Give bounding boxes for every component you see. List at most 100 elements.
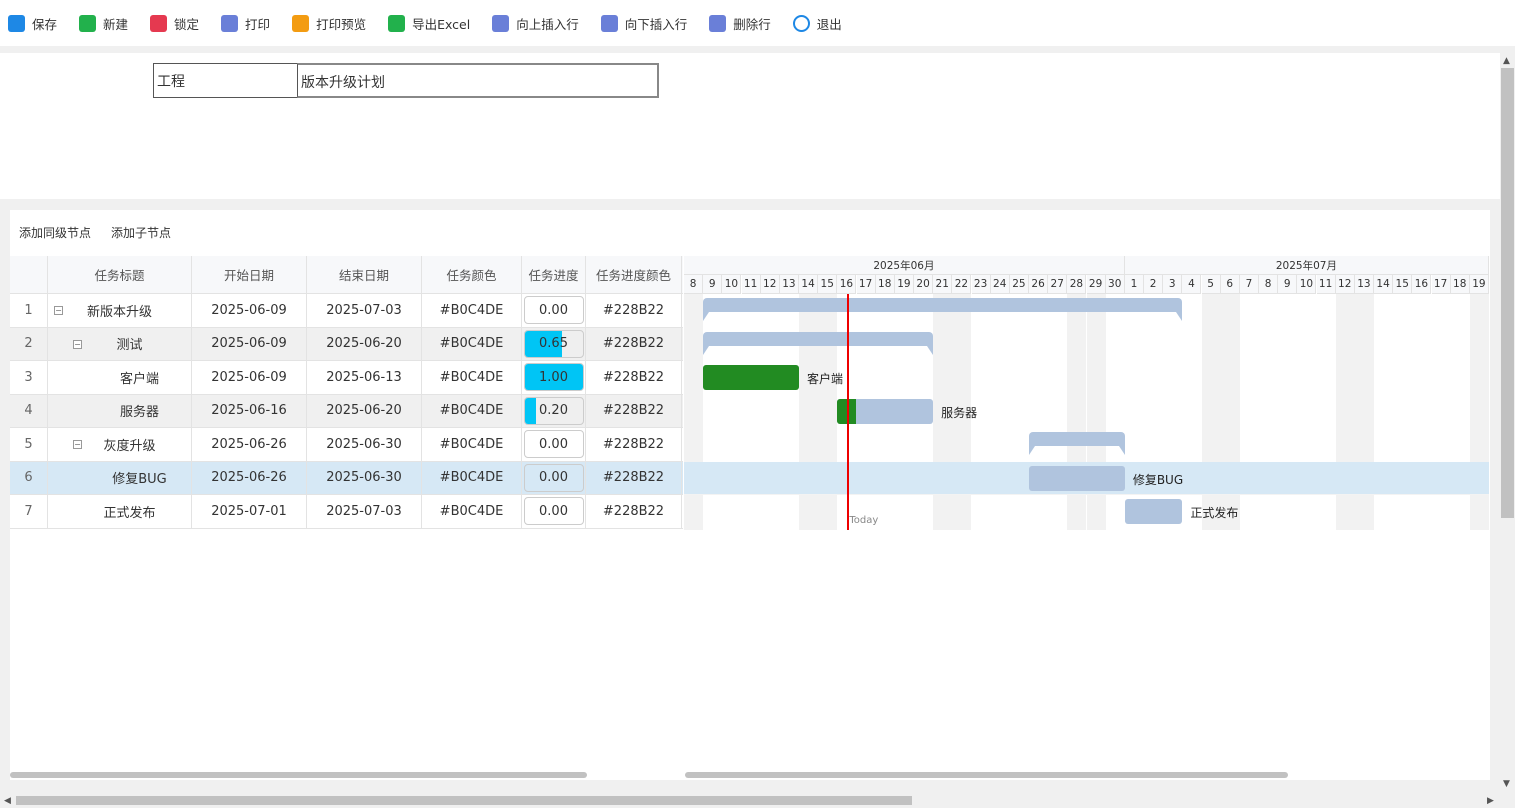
cell-start[interactable]: 2025-06-26 xyxy=(192,428,307,461)
vertical-scrollbar-thumb[interactable] xyxy=(1501,68,1514,518)
cell-color[interactable]: #B0C4DE xyxy=(422,461,522,494)
column-header[interactable]: 任务颜色 xyxy=(422,256,522,293)
cell-progress[interactable]: 0.65 xyxy=(522,327,586,360)
progress-field[interactable]: 0.00 xyxy=(523,497,584,526)
cell-start[interactable]: 2025-06-16 xyxy=(192,394,307,427)
toolbar-button-excel[interactable]: 导出Excel xyxy=(388,14,470,33)
toolbar-button-save[interactable]: 保存 xyxy=(8,14,57,33)
cell-pcolor[interactable]: #228B22 xyxy=(586,495,682,528)
summary-bar[interactable] xyxy=(703,331,934,346)
project-name-input[interactable]: 版本升级计划 xyxy=(297,63,659,98)
print-preview-icon xyxy=(292,14,310,32)
cell-pcolor[interactable]: #228B22 xyxy=(586,361,682,394)
table-row[interactable]: 7 正式发布 2025-07-01 2025-07-03 #B0C4DE 0.00 #228… xyxy=(10,495,683,529)
task-bar[interactable] xyxy=(837,398,934,424)
summary-bar[interactable] xyxy=(1029,432,1125,446)
task-bar[interactable] xyxy=(1124,499,1183,524)
table-row[interactable]: 5 − 灰度升级 2025-06-26 2025-06-30 #B0C4DE 0.00 #22… xyxy=(10,428,683,462)
cell-end[interactable]: 2025-06-20 xyxy=(307,327,422,360)
progress-field[interactable]: 0.65 xyxy=(523,329,584,358)
cell-end[interactable]: 2025-06-30 xyxy=(307,428,422,461)
scroll-left-icon[interactable]: ◀ xyxy=(4,796,11,806)
add-child-node-button[interactable]: 添加子节点 xyxy=(111,224,171,241)
cell-end[interactable]: 2025-06-20 xyxy=(307,394,422,427)
cell-title[interactable]: 修复BUG xyxy=(48,461,192,494)
progress-field[interactable]: 0.20 xyxy=(523,396,584,425)
toolbar-button-print[interactable]: 打印 xyxy=(221,14,270,33)
scroll-right-icon[interactable]: ▶ xyxy=(1487,796,1494,806)
cell-start[interactable]: 2025-06-26 xyxy=(192,461,307,494)
cell-title[interactable]: 正式发布 xyxy=(48,495,192,528)
cell-pcolor[interactable]: #228B22 xyxy=(586,394,682,427)
column-header[interactable]: 结束日期 xyxy=(307,256,422,293)
progress-field[interactable]: 1.00 xyxy=(523,363,584,392)
scroll-down-icon[interactable]: ▼ xyxy=(1503,779,1510,789)
summary-bar[interactable] xyxy=(703,298,1183,312)
table-row[interactable]: 2 − 测试 2025-06-09 2025-06-20 #B0C4DE 0.65 #228B… xyxy=(10,327,683,361)
cell-title[interactable]: 客户端 xyxy=(48,361,192,394)
horizontal-scrollbar-thumb[interactable] xyxy=(16,796,912,805)
cell-progress[interactable]: 0.00 xyxy=(522,461,586,494)
collapse-toggle-icon[interactable]: − xyxy=(54,306,63,315)
table-row[interactable]: 6 修复BUG 2025-06-26 2025-06-30 #B0C4DE 0.00 #22… xyxy=(10,461,683,495)
cell-end[interactable]: 2025-06-13 xyxy=(307,361,422,394)
cell-text: 2025-06-13 xyxy=(326,369,402,385)
cell-color[interactable]: #B0C4DE xyxy=(422,495,522,528)
progress-field[interactable]: 0.00 xyxy=(523,463,584,492)
table-row[interactable]: 4 服务器 2025-06-16 2025-06-20 #B0C4DE 0.20 #228B… xyxy=(10,394,683,428)
cell-pcolor[interactable]: #228B22 xyxy=(586,428,682,461)
column-header[interactable]: 开始日期 xyxy=(192,256,307,293)
cell-color[interactable]: #B0C4DE xyxy=(422,361,522,394)
grid-scrollbar[interactable] xyxy=(10,772,587,778)
table-row[interactable]: 1 − 新版本升级 2025-06-09 2025-07-03 #B0C4DE 0.00 #2… xyxy=(10,294,683,328)
task-bar[interactable] xyxy=(703,365,799,390)
column-header[interactable]: 任务标题 xyxy=(48,256,192,293)
toolbar-button-lock[interactable]: 锁定 xyxy=(150,14,199,33)
cell-pcolor[interactable]: #228B22 xyxy=(586,461,682,494)
column-header[interactable]: 任务进度 xyxy=(522,256,586,293)
column-header[interactable]: 任务进度颜色 xyxy=(586,256,682,293)
cell-color[interactable]: #B0C4DE xyxy=(422,428,522,461)
cell-progress[interactable]: 0.00 xyxy=(522,495,586,528)
cell-start[interactable]: 2025-07-01 xyxy=(192,495,307,528)
cell-title[interactable]: − 测试 xyxy=(48,327,192,360)
cell-progress[interactable]: 1.00 xyxy=(522,361,586,394)
cell-title[interactable]: − 新版本升级 xyxy=(48,294,192,327)
cell-color[interactable]: #B0C4DE xyxy=(422,327,522,360)
cell-color[interactable]: #B0C4DE xyxy=(422,394,522,427)
column-header[interactable] xyxy=(10,256,48,293)
collapse-toggle-icon[interactable]: − xyxy=(73,339,82,349)
task-bar[interactable] xyxy=(1029,465,1125,491)
progress-field[interactable]: 0.00 xyxy=(523,430,584,459)
toolbar-button-insert-above[interactable]: 向上插入行 xyxy=(492,14,579,33)
toolbar-button-power[interactable]: 退出 xyxy=(792,14,842,33)
gantt-scrollbar[interactable] xyxy=(685,772,1288,778)
add-sibling-node-button[interactable]: 添加同级节点 xyxy=(19,224,91,241)
cell-start[interactable]: 2025-06-09 xyxy=(192,361,307,394)
cell-start[interactable]: 2025-06-09 xyxy=(192,294,307,327)
collapse-toggle-icon[interactable]: − xyxy=(73,440,82,449)
table-row[interactable]: 3 客户端 2025-06-09 2025-06-13 #B0C4DE 1.00 #228B… xyxy=(10,361,683,395)
cell-text: 2025-06-09 xyxy=(211,302,287,318)
cell-color[interactable]: #B0C4DE xyxy=(422,294,522,327)
cell-title[interactable]: 服务器 xyxy=(48,394,192,427)
toolbar-button-new[interactable]: 新建 xyxy=(79,14,128,33)
scroll-up-icon[interactable]: ▲ xyxy=(1503,56,1510,66)
cell-title[interactable]: − 灰度升级 xyxy=(48,428,192,461)
day-header: 14 xyxy=(1374,275,1394,294)
progress-field[interactable]: 0.00 xyxy=(523,296,584,325)
cell-end[interactable]: 2025-07-03 xyxy=(307,294,422,327)
cell-end[interactable]: 2025-07-03 xyxy=(307,495,422,528)
cell-start[interactable]: 2025-06-09 xyxy=(192,327,307,360)
cell-pcolor[interactable]: #228B22 xyxy=(586,294,682,327)
day-header: 25 xyxy=(1009,275,1029,294)
cell-pcolor[interactable]: #228B22 xyxy=(586,327,682,360)
toolbar-label: 保存 xyxy=(32,16,58,32)
toolbar-button-insert-below[interactable]: 向下插入行 xyxy=(600,14,687,33)
cell-progress[interactable]: 0.00 xyxy=(522,294,586,327)
cell-progress[interactable]: 0.00 xyxy=(522,428,586,461)
toolbar-button-delete-row[interactable]: 删除行 xyxy=(709,14,771,33)
cell-end[interactable]: 2025-06-30 xyxy=(307,461,422,494)
cell-progress[interactable]: 0.20 xyxy=(522,394,586,427)
toolbar-button-print-preview[interactable]: 打印预览 xyxy=(292,14,366,33)
